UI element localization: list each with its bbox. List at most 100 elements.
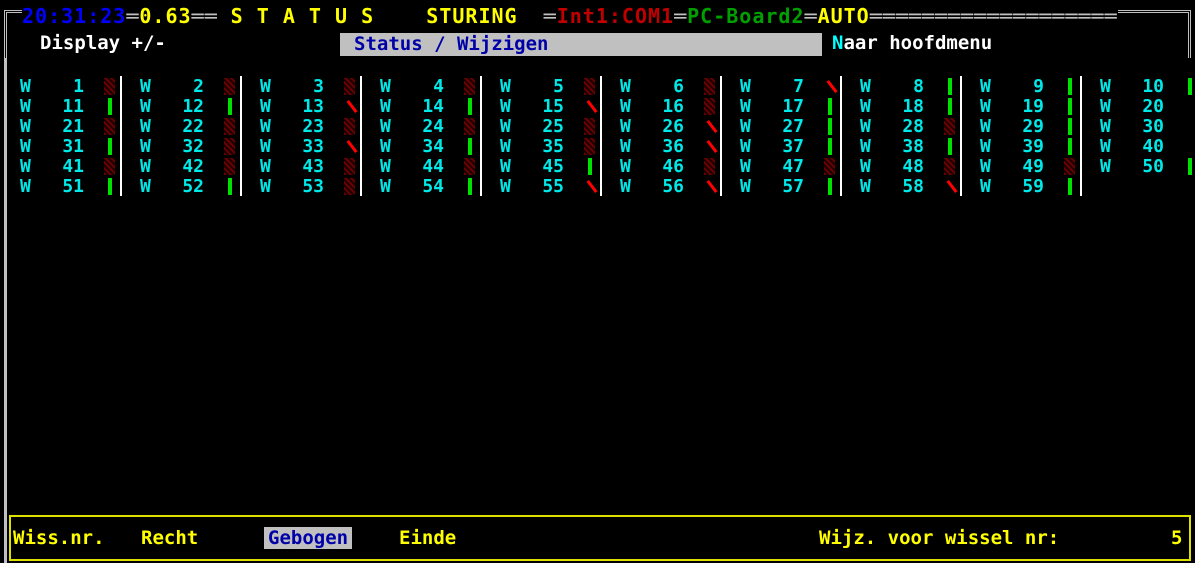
switch-prefix: W [1100, 116, 1111, 137]
switch-cell[interactable]: W 47 [740, 156, 856, 177]
switch-prefix: W [860, 116, 871, 137]
switch-prefix: W [500, 156, 511, 177]
wissnr-label[interactable]: Wiss.nr. [13, 527, 105, 549]
switch-cell[interactable]: W 10 [1100, 76, 1195, 97]
switch-cell[interactable]: W 28 [860, 116, 976, 137]
switch-cell[interactable]: W 19 [980, 96, 1096, 117]
switch-cell[interactable]: W 11 [20, 96, 136, 117]
switch-cell[interactable]: W 54 [380, 176, 496, 197]
column-separator [1080, 116, 1082, 136]
switch-prefix: W [260, 156, 271, 177]
switch-cell[interactable]: W4 [380, 76, 496, 97]
display-menu[interactable]: Display +/- [40, 30, 166, 56]
switch-cell[interactable]: W2 [140, 76, 256, 97]
switch-grid: W 1 W 2 W 3 W 4 W 5 W 6 W 7 W 8 W 9 W 10 W 11 W 12 W 13 W 14 W 15 W 16 W… [20, 76, 1192, 216]
rood-indicator-icon [344, 98, 356, 115]
recht-option[interactable]: Recht [141, 527, 198, 549]
switch-cell[interactable]: W 35 [500, 136, 616, 157]
switch-cell[interactable]: W 56 [620, 176, 736, 197]
column-separator [960, 176, 962, 196]
switch-cell[interactable]: W 36 [620, 136, 736, 157]
switch-cell[interactable]: W 53 [260, 176, 376, 197]
switch-cell[interactable]: W 27 [740, 116, 856, 137]
main-menu-button[interactable]: Naar hoofdmenu [832, 30, 992, 56]
switch-cell[interactable]: W9 [980, 76, 1096, 97]
recht-indicator-icon [228, 98, 232, 115]
switch-cell[interactable]: W 48 [860, 156, 976, 177]
switch-cell[interactable]: W 13 [260, 96, 376, 117]
switch-cell[interactable]: W 39 [980, 136, 1096, 157]
switch-number: 55 [542, 176, 564, 197]
switch-cell[interactable]: W 20 [1100, 96, 1195, 117]
switch-cell[interactable]: W 44 [380, 156, 496, 177]
switch-cell[interactable]: W 34 [380, 136, 496, 157]
switch-cell[interactable]: W 51 [20, 176, 136, 197]
switch-cell[interactable]: W 14 [380, 96, 496, 117]
column-separator [600, 116, 602, 136]
switch-number: 22 [182, 116, 204, 137]
switch-cell[interactable]: W 30 [1100, 116, 1195, 137]
switch-number: 37 [782, 136, 804, 157]
column-separator [120, 156, 122, 176]
switch-number: 44 [422, 156, 444, 177]
switch-cell[interactable]: W 26 [620, 116, 736, 137]
switch-cell[interactable]: W3 [260, 76, 376, 97]
switch-cell[interactable]: W 46 [620, 156, 736, 177]
switch-prefix: W [740, 116, 751, 137]
gebogen-indicator-icon [704, 78, 715, 95]
switch-number: 14 [422, 96, 444, 117]
switch-cell[interactable]: W 57 [740, 176, 856, 197]
switch-cell[interactable]: W 15 [500, 96, 616, 117]
switch-cell[interactable]: W 29 [980, 116, 1096, 137]
switch-cell[interactable]: W 25 [500, 116, 616, 137]
recht-indicator-icon [828, 138, 832, 155]
switch-number: 40 [1142, 136, 1164, 157]
switch-cell[interactable]: W 33 [260, 136, 376, 157]
switch-cell[interactable]: W 17 [740, 96, 856, 117]
switch-cell[interactable]: W7 [740, 76, 856, 97]
switch-cell[interactable]: W 32 [140, 136, 256, 157]
switch-cell[interactable]: W 50 [1100, 156, 1195, 177]
switch-cell[interactable]: W 52 [140, 176, 256, 197]
switch-number: 45 [542, 156, 564, 177]
switch-prefix: W [980, 136, 991, 157]
switch-number: 1 [73, 76, 84, 97]
switch-cell[interactable]: W8 [860, 76, 976, 97]
switch-number: 29 [1022, 116, 1044, 137]
recht-indicator-icon [948, 98, 952, 115]
switch-prefix: W [140, 76, 151, 97]
switch-cell[interactable]: W 37 [740, 136, 856, 157]
gebogen-indicator-icon [584, 138, 595, 155]
gebogen-indicator-icon [344, 158, 355, 175]
switch-cell[interactable]: W 22 [140, 116, 256, 137]
switch-cell[interactable]: W6 [620, 76, 736, 97]
switch-cell[interactable]: W 42 [140, 156, 256, 177]
switch-cell[interactable]: W 16 [620, 96, 736, 117]
switch-cell[interactable]: W 38 [860, 136, 976, 157]
switch-cell[interactable]: W1 [20, 76, 136, 97]
status-tab[interactable]: Status / Wijzigen [340, 33, 822, 56]
switch-cell[interactable]: W 24 [380, 116, 496, 137]
einde-option[interactable]: Einde [399, 527, 456, 549]
switch-prefix: W [620, 76, 631, 97]
switch-number-value[interactable]: 5 [1171, 527, 1182, 549]
switch-cell[interactable]: W 18 [860, 96, 976, 117]
switch-cell[interactable]: W 40 [1100, 136, 1195, 157]
switch-cell[interactable]: W 45 [500, 156, 616, 177]
switch-number: 53 [302, 176, 324, 197]
recht-indicator-icon [108, 98, 112, 115]
switch-cell[interactable]: W 49 [980, 156, 1096, 177]
switch-cell[interactable]: W 41 [20, 156, 136, 177]
switch-cell[interactable]: W 21 [20, 116, 136, 137]
switch-number: 30 [1142, 116, 1164, 137]
switch-cell[interactable]: W 55 [500, 176, 616, 197]
switch-cell[interactable]: W 43 [260, 156, 376, 177]
switch-cell[interactable]: W 31 [20, 136, 136, 157]
switch-cell[interactable]: W 23 [260, 116, 376, 137]
gebogen-option[interactable]: Gebogen [264, 527, 353, 549]
switch-cell[interactable]: W 12 [140, 96, 256, 117]
switch-cell[interactable]: W 59 [980, 176, 1096, 197]
switch-cell[interactable]: W5 [500, 76, 616, 97]
switch-cell[interactable]: W 58 [860, 176, 976, 197]
switch-prefix: W [500, 176, 511, 197]
